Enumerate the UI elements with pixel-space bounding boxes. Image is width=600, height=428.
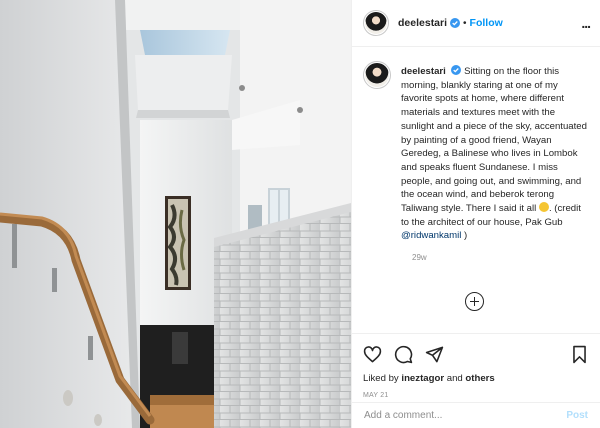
post-comment-button[interactable]: Post bbox=[566, 410, 588, 421]
follow-button[interactable]: Follow bbox=[470, 17, 503, 29]
action-icons bbox=[363, 344, 589, 364]
caption-body-3: ) bbox=[461, 230, 468, 242]
action-bar: Liked by ineztagor and others MAY 21 bbox=[352, 333, 600, 403]
more-options-icon[interactable]: ... bbox=[581, 16, 591, 30]
verified-badge-icon bbox=[450, 18, 461, 28]
liked-by-others[interactable]: others bbox=[465, 373, 494, 384]
likes-prefix: Liked by bbox=[363, 373, 402, 384]
comment-bar: Post bbox=[352, 402, 600, 428]
header-username[interactable]: deelestari bbox=[398, 17, 447, 29]
grinning-sweat-emoji-icon bbox=[538, 202, 549, 213]
verified-badge-icon bbox=[451, 65, 462, 75]
likes-summary: Liked by ineztagor and others bbox=[363, 373, 589, 384]
comment-icon[interactable] bbox=[394, 345, 413, 364]
comments-area: deelestari Sitting on the floor this mor… bbox=[352, 47, 600, 333]
likes-middle: and bbox=[444, 373, 466, 384]
heart-icon[interactable] bbox=[363, 345, 382, 364]
plus-circle-icon[interactable] bbox=[465, 292, 484, 311]
separator-dot: • bbox=[463, 17, 467, 29]
caption: deelestari Sitting on the floor this mor… bbox=[363, 61, 590, 243]
caption-text: deelestari Sitting on the floor this mor… bbox=[401, 65, 587, 243]
post-photo[interactable] bbox=[0, 0, 351, 428]
bookmark-icon[interactable] bbox=[570, 345, 589, 364]
comment-input[interactable] bbox=[364, 410, 544, 421]
stairwell-photo bbox=[0, 0, 351, 428]
caption-username[interactable]: deelestari bbox=[401, 66, 446, 77]
post-date[interactable]: MAY 21 bbox=[363, 392, 589, 399]
post-header: deelestari • Follow ... bbox=[352, 0, 600, 47]
mention-link[interactable]: @ridwankamil bbox=[401, 230, 461, 241]
post-details-panel: deelestari • Follow ... deelestari Sitti… bbox=[351, 0, 600, 428]
avatar[interactable] bbox=[363, 10, 389, 36]
caption-avatar[interactable] bbox=[363, 61, 391, 89]
liked-by-user[interactable]: ineztagor bbox=[401, 373, 444, 384]
caption-time[interactable]: 29w bbox=[412, 253, 590, 262]
caption-body: Sitting on the floor this morning, blank… bbox=[401, 66, 587, 215]
paper-plane-icon[interactable] bbox=[425, 345, 444, 364]
